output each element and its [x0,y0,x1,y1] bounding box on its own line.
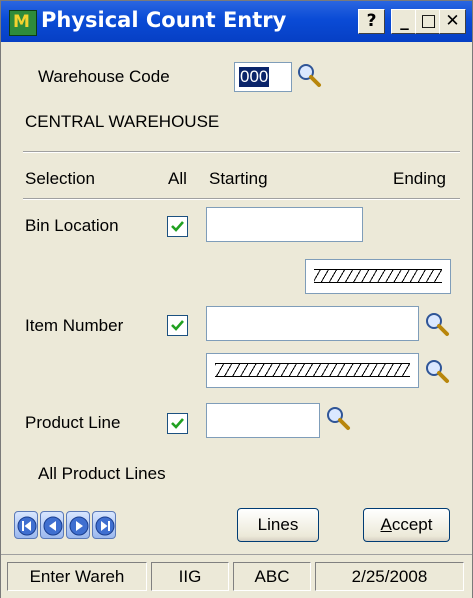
warehouse-description: CENTRAL WAREHOUSE [25,112,220,131]
app-icon[interactable]: M [9,10,37,36]
item-number-ending-lookup-icon[interactable] [424,358,450,384]
last-record-button[interactable] [92,511,116,539]
next-record-button[interactable] [66,511,90,539]
next-record-icon [69,516,89,536]
last-record-icon [95,516,115,536]
separator [23,198,460,200]
disabled-hatch [314,269,442,283]
first-record-icon [17,516,37,536]
selection-header: Selection [25,169,95,188]
help-button[interactable]: ? [358,9,385,34]
status-company: IIG [151,562,229,591]
ending-header: Ending [393,169,446,188]
window-title: Physical Count Entry [41,8,287,32]
product-line-lookup-icon[interactable] [325,405,351,431]
bin-location-label: Bin Location [25,216,119,235]
item-number-ending-field [206,353,419,388]
status-bar: Enter Wareh IIG ABC 2/25/2008 [1,554,472,598]
product-line-starting-field[interactable] [206,403,320,438]
separator [23,151,460,153]
minimize-icon: _ [400,11,409,31]
product-line-description: All Product Lines [38,464,166,483]
bin-location-starting-field[interactable] [206,207,363,242]
item-number-starting-lookup-icon[interactable] [424,311,450,337]
physical-count-entry-window: M Physical Count Entry ? _ □ ✕ Warehouse… [0,0,473,598]
warehouse-code-field[interactable]: 000 [234,62,292,92]
help-icon: ? [366,11,377,31]
accept-label-rest: ccept [391,515,433,534]
lines-button[interactable]: Lines [237,508,319,542]
warehouse-lookup-icon[interactable] [296,62,322,88]
item-number-all-checkbox[interactable] [167,315,188,336]
starting-header: Starting [209,169,268,188]
product-line-label: Product Line [25,413,121,432]
close-button[interactable]: ✕ [439,9,466,34]
bin-location-all-checkbox[interactable] [167,216,188,237]
status-user: ABC [233,562,311,591]
all-header: All [168,169,187,188]
status-date: 2/25/2008 [315,562,464,591]
status-message: Enter Wareh [7,562,147,591]
bin-location-ending-field [305,259,451,294]
minimize-button[interactable]: _ [391,9,418,34]
close-icon: ✕ [445,11,460,31]
previous-record-icon [43,516,63,536]
previous-record-button[interactable] [40,511,64,539]
disabled-hatch [215,363,410,377]
maximize-icon: □ [420,11,437,31]
item-number-label: Item Number [25,316,124,335]
product-line-all-checkbox[interactable] [167,413,188,434]
item-number-starting-field[interactable] [206,306,419,341]
maximize-button[interactable]: □ [415,9,442,34]
title-bar[interactable]: M Physical Count Entry ? _ □ ✕ [1,1,472,42]
checkmark-icon [171,418,184,429]
warehouse-code-value: 000 [239,67,270,87]
first-record-button[interactable] [14,511,38,539]
accept-button[interactable]: Accept [363,508,450,542]
warehouse-code-label: Warehouse Code [38,67,170,86]
checkmark-icon [171,221,184,232]
accept-mnemonic: A [380,515,392,534]
checkmark-icon [171,320,184,331]
